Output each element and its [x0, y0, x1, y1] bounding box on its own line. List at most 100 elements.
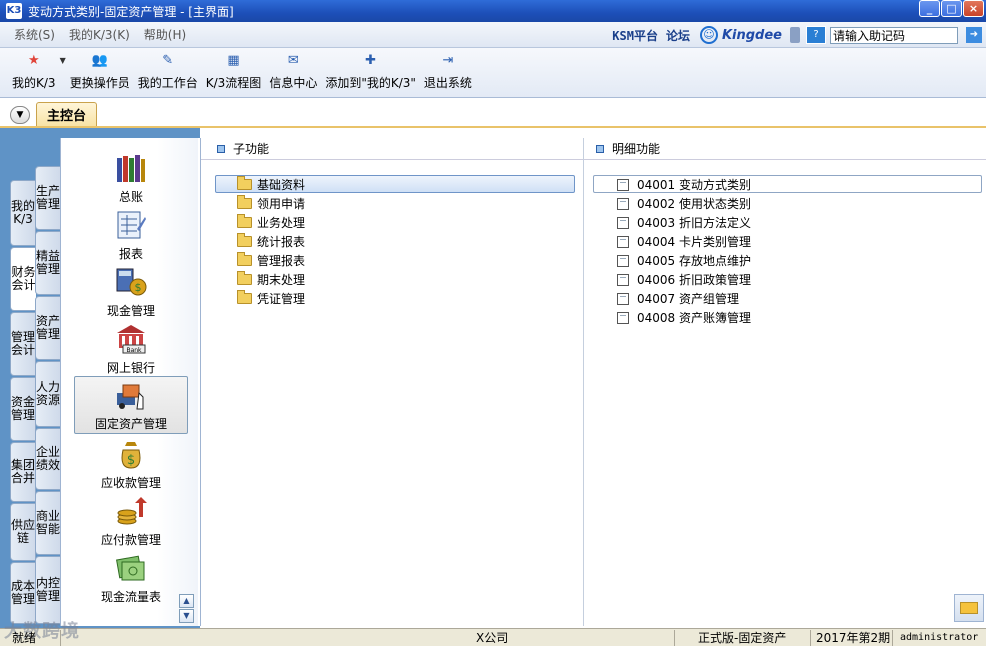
- menu-system[interactable]: 系统(S): [14, 26, 55, 43]
- detail-card-category[interactable]: 04004 卡片类别管理: [617, 233, 751, 250]
- forum-link[interactable]: 论坛: [666, 27, 690, 44]
- svg-text:$: $: [127, 453, 135, 468]
- status-edition: 正式版-固定资产: [698, 631, 787, 645]
- document-icon: [617, 178, 629, 191]
- menu-my-k3[interactable]: 我的K/3(K): [69, 26, 130, 43]
- vtab-human-resources[interactable]: 人力资源: [35, 361, 61, 427]
- tab-strip: ▼ 主控台: [0, 98, 986, 128]
- vtab-internal-control[interactable]: 内控管理: [35, 556, 61, 624]
- fixed-asset-truck-icon: [117, 384, 144, 410]
- vtab-supply-chain[interactable]: 供应链: [10, 503, 36, 561]
- subfunction-period-end[interactable]: 期末处理: [237, 271, 305, 288]
- my-k3-button[interactable]: ★ 我的K/3: [12, 48, 56, 91]
- detail-asset-ledger[interactable]: 04008 资产账簿管理: [617, 309, 751, 326]
- status-user: administrator: [900, 632, 979, 643]
- folder-open-icon: [237, 176, 252, 190]
- star-icon: ★: [27, 53, 40, 68]
- subfunction-header: 子功能: [201, 138, 583, 160]
- cash-flow-icon: [116, 555, 145, 581]
- status-period: 2017年第2期: [816, 631, 891, 645]
- vtab-management-accounting[interactable]: 管理会计: [10, 312, 36, 376]
- vtab-cost-management[interactable]: 成本管理: [10, 562, 36, 624]
- subfunction-voucher-management[interactable]: 凭证管理: [237, 290, 305, 307]
- document-icon: [617, 311, 629, 324]
- subfunction-management-reports[interactable]: 管理报表: [237, 252, 305, 269]
- document-icon: [617, 216, 629, 229]
- detail-depreciation-method[interactable]: 04003 折旧方法定义: [617, 214, 751, 231]
- status-company: X公司: [476, 631, 509, 645]
- detail-storage-location[interactable]: 04005 存放地点维护: [617, 252, 751, 269]
- message-icon: ✉: [287, 53, 299, 68]
- help-search-icon[interactable]: ?: [806, 26, 826, 44]
- add-icon: ✚: [365, 53, 377, 68]
- module-cash-management[interactable]: $ 现金管理: [74, 264, 188, 320]
- panel-divider[interactable]: [583, 138, 584, 626]
- module-general-ledger[interactable]: 总账: [74, 150, 188, 206]
- menu-bar: 系统(S) 我的K/3(K) 帮助(H) KSM平台 论坛 ☺ Kingdee …: [0, 22, 986, 48]
- detail-asset-group[interactable]: 04007 资产组管理: [617, 290, 739, 307]
- switch-operator-button[interactable]: 👥 更换操作员: [70, 48, 130, 91]
- module-reports[interactable]: 报表: [74, 207, 188, 263]
- vtab-lean-management[interactable]: 精益管理: [35, 231, 61, 295]
- module-fixed-assets[interactable]: 固定资产管理: [74, 376, 188, 434]
- add-to-my-k3-button[interactable]: ✚ 添加到"我的K/3": [325, 48, 416, 91]
- vtab-financial-accounting[interactable]: 财务会计: [10, 247, 36, 311]
- k3-flowchart-button[interactable]: ▦ K/3流程图: [206, 48, 262, 91]
- document-icon: [617, 292, 629, 305]
- dropdown-arrow-icon[interactable]: ▼: [60, 56, 66, 65]
- report-icon: [117, 211, 146, 239]
- detail-change-method-category[interactable]: 04001 变动方式类别: [617, 176, 751, 193]
- subfunction-statistical-reports[interactable]: 统计报表: [237, 233, 305, 250]
- vtab-asset-management[interactable]: 资产管理: [35, 296, 61, 360]
- folder-icon: [237, 233, 252, 247]
- tab-main-console[interactable]: 主控台: [36, 102, 98, 126]
- cash-calculator-icon: $: [116, 268, 147, 296]
- subfunction-requisition[interactable]: 领用申请: [237, 195, 305, 212]
- subfunction-basic-data[interactable]: 基础资料: [237, 176, 305, 193]
- title-bar: K3 变动方式类别-固定资产管理 - [主界面] _ □ ×: [0, 0, 986, 22]
- smile-icon[interactable]: ☺: [699, 26, 718, 44]
- vtab-my-k3[interactable]: 我的K/3: [10, 180, 36, 246]
- module-online-banking[interactable]: Bank 网上银行: [74, 321, 188, 377]
- mail-button[interactable]: [954, 594, 984, 622]
- detail-usage-status-category[interactable]: 04002 使用状态类别: [617, 195, 751, 212]
- minimize-button[interactable]: _: [919, 0, 940, 17]
- exit-system-button[interactable]: ⇥ 退出系统: [424, 48, 472, 91]
- help-code-input[interactable]: [830, 26, 958, 44]
- vtab-enterprise-performance[interactable]: 企业绩效: [35, 428, 61, 490]
- vtab-production-management[interactable]: 生产管理: [35, 166, 61, 230]
- users-icon: 👥: [91, 53, 108, 68]
- books-icon: [117, 155, 145, 182]
- folder-icon: [237, 214, 252, 228]
- document-icon: [617, 273, 629, 286]
- money-bag-icon: $: [121, 442, 141, 469]
- envelope-icon: [960, 602, 978, 614]
- sidebar-scroll-up-button[interactable]: ▲: [179, 594, 194, 608]
- detail-header: 明细功能: [584, 138, 986, 160]
- subfunction-business-processing[interactable]: 业务处理: [237, 214, 305, 231]
- detail-depreciation-policy[interactable]: 04006 折旧政策管理: [617, 271, 751, 288]
- phone-icon[interactable]: [790, 27, 800, 43]
- go-arrow-icon[interactable]: ➜: [966, 27, 982, 43]
- sidebar-scroll-down-button[interactable]: ▼: [179, 609, 194, 623]
- exit-icon: ⇥: [442, 53, 454, 68]
- coins-stack-icon: [117, 497, 147, 525]
- maximize-button[interactable]: □: [941, 0, 962, 17]
- my-workbench-button[interactable]: ✎ 我的工作台: [138, 48, 198, 91]
- status-bar: 大数跨境 就绪 X公司 正式版-固定资产 2017年第2期 administra…: [0, 621, 986, 646]
- module-receivables[interactable]: $ 应收款管理: [74, 436, 188, 492]
- vtab-group-consolidation[interactable]: 集团合并: [10, 442, 36, 502]
- flowchart-icon: ▦: [227, 53, 240, 68]
- document-icon: [617, 197, 629, 210]
- vtab-business-intelligence[interactable]: 商业智能: [35, 491, 61, 555]
- module-payables[interactable]: 应付款管理: [74, 493, 188, 549]
- ksm-platform-link[interactable]: KSM平台: [612, 27, 658, 44]
- tab-list-chevron-icon[interactable]: ▼: [10, 106, 30, 124]
- vtab-fund-management[interactable]: 资金管理: [10, 377, 36, 441]
- menu-help[interactable]: 帮助(H): [144, 26, 186, 43]
- module-cash-flow-statement[interactable]: 现金流量表: [74, 550, 188, 606]
- folder-icon: [237, 271, 252, 285]
- info-center-button[interactable]: ✉ 信息中心: [269, 48, 317, 91]
- folder-icon: [237, 195, 252, 209]
- close-button[interactable]: ×: [963, 0, 984, 17]
